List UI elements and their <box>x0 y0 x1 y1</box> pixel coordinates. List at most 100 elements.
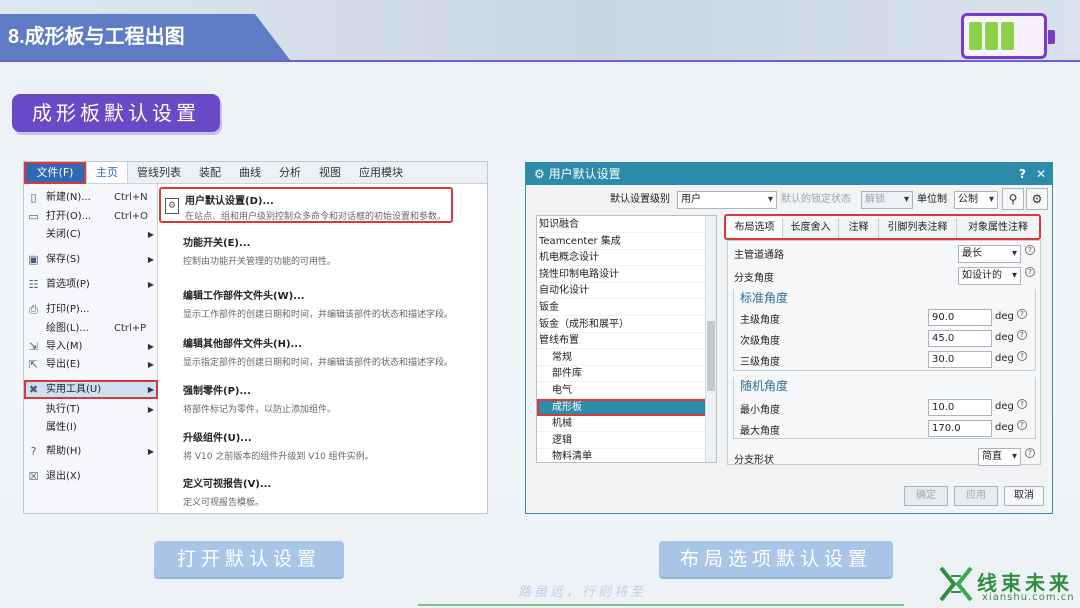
preferences-icon: ☷ <box>28 278 39 291</box>
tab-curve[interactable]: 曲线 <box>230 162 270 183</box>
tree-item[interactable]: 部件库 <box>537 365 707 383</box>
tree-item[interactable]: 机械 <box>537 415 707 433</box>
tree-scrollbar[interactable] <box>705 216 716 462</box>
tab-pipe-list[interactable]: 管线列表 <box>128 162 190 183</box>
menu-item-title: 定义可视报告(V)... <box>183 479 272 490</box>
file-menu-item[interactable]: 绘图(L)... Ctrl+P <box>24 319 158 338</box>
tree-item[interactable]: 钣金 <box>537 299 707 316</box>
file-menu-item[interactable]: ☷ 首选项(P) ▶ <box>24 275 158 294</box>
tree-item[interactable]: 知识融合 <box>537 216 707 233</box>
file-menu-item[interactable]: 属性(I) <box>24 418 158 437</box>
tab-length-rounding[interactable]: 长度舍入 <box>783 218 839 238</box>
tab-analysis[interactable]: 分析 <box>270 162 310 183</box>
tree-item[interactable]: 挠性印制电路设计 <box>537 266 707 283</box>
primary-angle-input[interactable]: 90.0 <box>928 309 992 326</box>
file-menu-item[interactable]: 关闭(C) ▶ <box>24 225 158 244</box>
gear-icon: ⚙ <box>534 167 549 181</box>
unit-select[interactable]: 公制 <box>954 191 998 209</box>
battery-cell <box>985 22 998 50</box>
dialog-titlebar: ⚙ 用户默认设置 ? ✕ <box>526 163 1052 185</box>
tab-annotation[interactable]: 注释 <box>839 218 879 238</box>
unit-label: deg <box>995 332 1014 343</box>
menu-item-description: 显示指定部件的创建日期和时间，并编辑该部件的状态和描述字段。 <box>183 358 454 368</box>
file-menu-item[interactable]: ▣ 保存(S) ▶ <box>24 250 158 269</box>
save-icon: ▣ <box>28 253 39 266</box>
level-select[interactable]: 用户 <box>677 191 777 209</box>
tree-item[interactable]: 逻辑 <box>537 432 707 449</box>
tree-item[interactable]: 机电概念设计 <box>537 249 707 267</box>
help-icon[interactable]: ? <box>1025 448 1035 458</box>
file-menu-item[interactable]: ▯ 新建(N)... Ctrl+N <box>24 188 158 207</box>
help-icon[interactable]: ? <box>1017 330 1027 340</box>
max-angle-input[interactable]: 170.0 <box>928 420 992 437</box>
help-icon[interactable]: ? <box>1019 163 1026 185</box>
nx-file-menu-screenshot: 文件(F) 主页 管线列表 装配 曲线 分析 视图 应用模块 ▯ 新建(N)...… <box>23 161 488 514</box>
file-menu-item[interactable]: ? 帮助(H) ▶ <box>24 442 158 461</box>
battery-icon <box>961 13 1055 59</box>
ok-button[interactable]: 确定 <box>904 486 948 506</box>
tab-pin-list-annotation[interactable]: 引脚列表注释 <box>879 218 957 238</box>
primary-angle-label: 主级角度 <box>740 315 780 326</box>
tab-layout-options[interactable]: 布局选项 <box>727 218 783 238</box>
file-menu-item[interactable]: ⇲ 导入(M) ▶ <box>24 337 158 356</box>
brand-logo-icon <box>939 566 973 602</box>
help-icon[interactable]: ? <box>1025 245 1035 255</box>
min-angle-label: 最小角度 <box>740 405 780 416</box>
tab-applications[interactable]: 应用模块 <box>350 162 412 183</box>
submenu-arrow-icon: ▶ <box>147 360 154 369</box>
apply-button[interactable]: 应用 <box>954 486 998 506</box>
tree-item[interactable]: 自动化设计 <box>537 282 707 300</box>
define-visual-report-menu-item[interactable]: 定义可视报告(V)... 定义可视报告模板。 <box>183 475 483 508</box>
file-menu-item[interactable]: ⎙ 打印(P)... <box>24 300 158 319</box>
shortcut-label: Ctrl+N <box>114 192 148 203</box>
close-icon[interactable]: ✕ <box>1036 163 1046 185</box>
branch-angle-select[interactable]: 如设计的 <box>958 267 1021 285</box>
lock-select[interactable]: 解锁 <box>861 191 913 209</box>
tree-item[interactable]: 物料清单 <box>537 448 707 462</box>
help-icon[interactable]: ? <box>1017 309 1027 319</box>
user-defaults-menu-item[interactable]: ⚙ 用户默认设置(D)... 在站点、组和用户级别控制众多命令和对话框的初始设置… <box>159 187 453 223</box>
help-icon[interactable]: ? <box>1025 267 1035 277</box>
file-menu-item[interactable]: ⇱ 导出(E) ▶ <box>24 355 158 374</box>
scrollbar-thumb[interactable] <box>707 321 715 391</box>
tab-assembly[interactable]: 装配 <box>190 162 230 183</box>
force-piece-part-menu-item[interactable]: 强制零件(P)... 将部件标记为零件，以防止添加组件。 <box>183 382 483 415</box>
file-menu-button[interactable]: 文件(F) <box>24 162 86 184</box>
edit-other-part-header-menu-item[interactable]: 编辑其他部件文件头(H)... 显示指定部件的创建日期和时间，并编辑该部件的状态… <box>183 335 483 368</box>
help-icon[interactable]: ? <box>1017 420 1027 430</box>
cancel-button[interactable]: 取消 <box>1004 486 1044 506</box>
main-path-select[interactable]: 最长 <box>958 245 1021 263</box>
tertiary-angle-input[interactable]: 30.0 <box>928 351 992 368</box>
tree-item[interactable]: 钣金（成形和展平） <box>537 316 707 333</box>
submenu-arrow-icon: ▶ <box>147 405 154 414</box>
tree-item[interactable]: 成形板 <box>537 398 707 416</box>
open-icon: ▭ <box>28 210 39 223</box>
help-icon[interactable]: ? <box>1017 351 1027 361</box>
min-angle-input[interactable]: 10.0 <box>928 399 992 416</box>
file-menu-item[interactable]: ✖ 实用工具(U) ▶ <box>24 380 158 399</box>
tree-item[interactable]: 电气 <box>537 382 707 399</box>
edit-work-part-header-menu-item[interactable]: 编辑工作部件文件头(W)... 显示工作部件的创建日期和时间，并编辑该部件的状态… <box>183 287 483 320</box>
tab-home[interactable]: 主页 <box>86 162 128 183</box>
tree-item[interactable]: Teamcenter 集成 <box>537 233 707 250</box>
settings-icon[interactable]: ⚙ <box>1026 188 1048 210</box>
binoculars-icon[interactable]: ⚲ <box>1002 188 1024 210</box>
tree-item[interactable]: 常规 <box>537 349 707 366</box>
file-menu-item[interactable]: ▭ 打开(O)... Ctrl+O <box>24 207 158 226</box>
file-menu-item[interactable]: ☒ 退出(X) <box>24 467 158 486</box>
feature-toggle-menu-item[interactable]: 功能开关(E)... 控制由功能开关管理的功能的可用性。 <box>183 234 483 267</box>
upgrade-components-menu-item[interactable]: 升级组件(U)... 将 V10 之前版本的组件升级到 V10 组件实例。 <box>183 429 483 462</box>
tree-item[interactable]: 管线布置 <box>537 332 707 350</box>
submenu-arrow-icon: ▶ <box>147 447 154 456</box>
file-menu-item[interactable]: 执行(T) ▶ <box>24 400 158 419</box>
tab-view[interactable]: 视图 <box>310 162 350 183</box>
submenu-arrow-icon: ▶ <box>147 385 154 394</box>
file-menu-item-label: 保存(S) <box>46 254 81 265</box>
tools-icon: ✖ <box>28 383 39 396</box>
secondary-angle-input[interactable]: 45.0 <box>928 330 992 347</box>
print-icon: ⎙ <box>29 303 38 316</box>
tab-object-attribute-annotation[interactable]: 对象属性注释 <box>957 218 1039 238</box>
help-icon[interactable]: ? <box>1017 399 1027 409</box>
branch-shape-select[interactable]: 简直 <box>978 448 1021 466</box>
file-menu-item-label: 退出(X) <box>46 471 81 482</box>
